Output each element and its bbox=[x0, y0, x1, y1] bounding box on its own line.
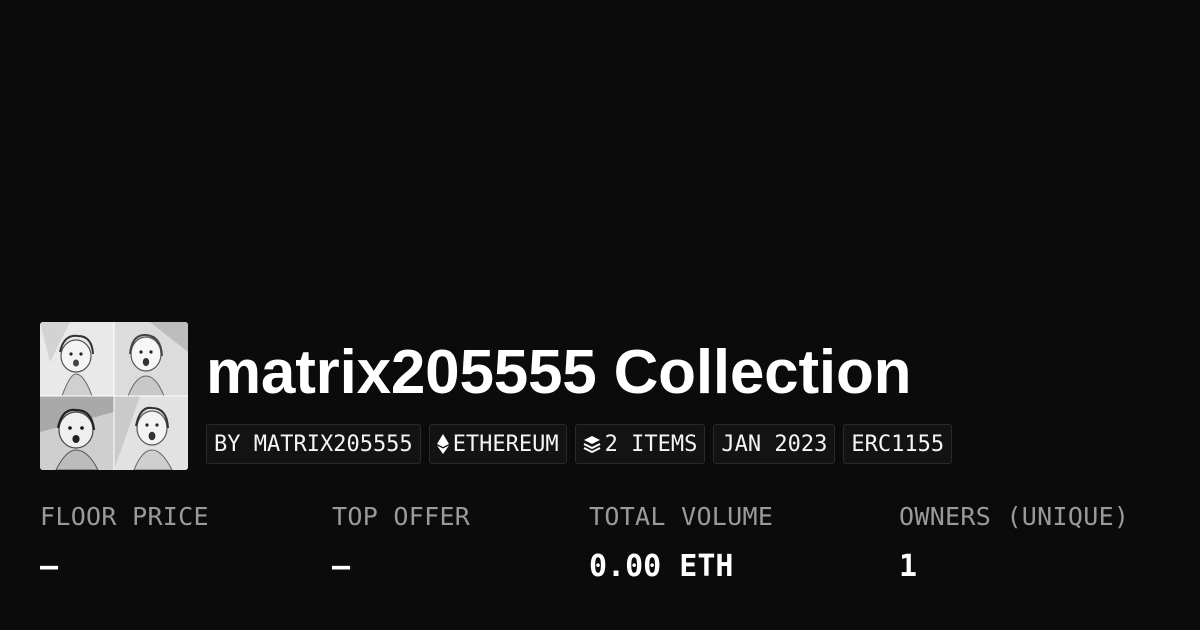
stat-label: OWNERS (UNIQUE) bbox=[899, 502, 1130, 531]
stat-floor-price: FLOOR PRICE – bbox=[40, 504, 209, 582]
stat-value: – bbox=[40, 549, 59, 584]
layers-icon bbox=[583, 435, 601, 453]
standard-badge-label: ERC1155 bbox=[851, 431, 945, 457]
stat-label: TOTAL VOLUME bbox=[589, 502, 774, 531]
chain-badge[interactable]: ETHEREUM bbox=[428, 424, 567, 464]
title-column: matrix205555 Collection BY MATRIX205555 … bbox=[206, 322, 953, 464]
collection-card: matrix205555 Collection BY MATRIX205555 … bbox=[0, 0, 1200, 630]
chain-badge-label: ETHEREUM bbox=[452, 431, 559, 457]
collection-stats: FLOOR PRICE – TOP OFFER – TOTAL VOLUME 0… bbox=[0, 504, 1200, 604]
creator-badge-label: BY MATRIX205555 bbox=[214, 431, 413, 457]
creator-badge[interactable]: BY MATRIX205555 bbox=[206, 424, 421, 464]
stat-owners: OWNERS (UNIQUE) 1 bbox=[899, 504, 1129, 582]
stat-total-volume: TOTAL VOLUME 0.00 ETH bbox=[589, 504, 773, 582]
stat-label: TOP OFFER bbox=[332, 502, 471, 531]
stat-value: – bbox=[332, 549, 351, 584]
standard-badge: ERC1155 bbox=[843, 424, 953, 464]
collection-header: matrix205555 Collection BY MATRIX205555 … bbox=[40, 322, 953, 470]
thumbnail-image bbox=[40, 322, 188, 470]
items-badge-label: 2 ITEMS bbox=[604, 431, 698, 457]
items-badge[interactable]: 2 ITEMS bbox=[574, 424, 706, 464]
date-badge-label: JAN 2023 bbox=[721, 431, 828, 457]
stat-value: 0.00 ETH bbox=[589, 549, 734, 584]
ethereum-icon bbox=[436, 434, 449, 454]
stat-label: FLOOR PRICE bbox=[40, 502, 209, 531]
collection-title: matrix205555 Collection bbox=[206, 338, 912, 407]
collection-badges: BY MATRIX205555 ETHEREUM 2 ITEMS JAN 202… bbox=[206, 424, 953, 464]
stat-value: 1 bbox=[899, 549, 918, 584]
date-badge: JAN 2023 bbox=[713, 424, 836, 464]
collection-thumbnail[interactable] bbox=[40, 322, 188, 470]
stat-top-offer: TOP OFFER – bbox=[332, 504, 470, 582]
